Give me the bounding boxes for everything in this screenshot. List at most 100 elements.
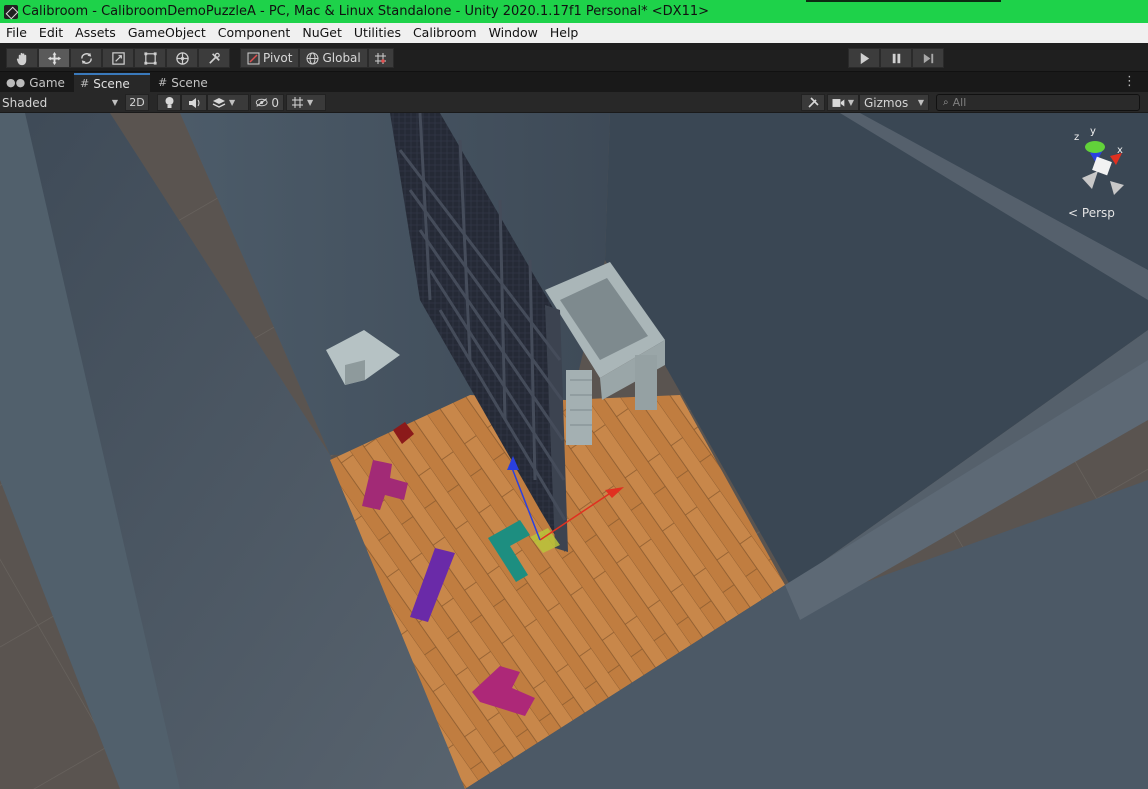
unity-logo-icon [4,4,18,19]
play-icon [860,52,869,64]
grid-icon: # [158,76,168,89]
audio-toggle[interactable] [181,94,207,111]
transform-tool-button[interactable] [166,48,198,68]
menu-calibroom[interactable]: Calibroom [407,23,483,43]
tab-scene-secondary[interactable]: # Scene [152,73,230,92]
search-icon: ⌕ [943,97,949,108]
camera-dropdown[interactable]: ▼ [827,94,859,111]
rotate-icon [80,52,92,64]
rect-transform-icon [143,51,157,65]
global-label: Global [322,51,361,65]
layers-effects-icon [212,97,226,108]
lightbulb-icon [165,97,173,108]
play-button[interactable] [848,48,880,68]
effects-dropdown[interactable]: ▼ [207,94,249,111]
gizmo-y-label: y [1090,126,1096,137]
scene-search-input[interactable]: ⌕ All [936,94,1140,111]
eye-slash-icon [255,98,268,107]
menu-gameobject[interactable]: GameObject [122,23,212,43]
custom-tool-button[interactable] [198,48,230,68]
camera-icon [832,98,845,107]
transform-tools [6,48,230,68]
pivot-icon [247,52,260,64]
grid-snap-icon [375,52,387,64]
step-icon [923,53,933,63]
wrench-icon [208,52,220,64]
scene-viewport[interactable]: z y x < Persp [0,113,1148,789]
pivot-label: Pivot [263,51,293,65]
rotate-tool-button[interactable] [70,48,102,68]
search-placeholder: All [952,96,967,109]
grid-dropdown[interactable]: ▼ [286,94,326,111]
toggle-2d-button[interactable]: 2D [125,94,149,111]
gizmo-x-label: x [1117,145,1123,156]
view-tab-bar: ●● Game # Scene # Scene ⋮ [0,73,1148,92]
scene-toolbar: Shaded ▼ 2D ▼ 0 ▼ ▼ Gizmos ▼ ⌕ All [0,92,1148,113]
toggle-2d-label: 2D [129,96,145,109]
projection-label: Persp [1081,206,1115,220]
menu-assets[interactable]: Assets [69,23,122,43]
menu-help[interactable]: Help [544,23,585,43]
menu-file[interactable]: File [0,23,33,43]
grid-icon: # [80,77,90,90]
scale-tool-button[interactable] [102,48,134,68]
grid-snap-button[interactable] [367,48,394,68]
handle-toggles: Pivot Global [240,48,394,68]
step-button[interactable] [912,48,944,68]
menu-window[interactable]: Window [483,23,544,43]
menu-edit[interactable]: Edit [33,23,69,43]
projection-toggle[interactable]: < Persp [1068,206,1115,220]
tab-scene-secondary-label: Scene [171,75,208,90]
chevron-down-icon: ▼ [917,98,924,107]
gizmo-cone-se [1110,181,1124,195]
hand-icon [16,52,26,65]
main-toolbar: Pivot Global [0,43,1148,72]
menu-component[interactable]: Component [212,23,297,43]
hidden-objects-toggle[interactable]: 0 [250,94,284,111]
tab-scene-active[interactable]: # Scene [74,73,150,92]
pause-button[interactable] [880,48,912,68]
chevron-down-icon: ▼ [111,98,118,107]
tab-game[interactable]: ●● Game [0,73,72,92]
pivot-toggle[interactable]: Pivot [240,48,300,68]
gizmos-label: Gizmos [864,95,909,110]
combined-transform-icon [175,51,189,65]
title-bar: Calibroom - CalibroomDemoPuzzleA - PC, M… [0,0,1148,23]
scene-tools-button[interactable] [801,94,825,111]
hidden-count: 0 [271,95,279,110]
scale-icon [111,51,125,65]
gamepad-icon: ●● [6,76,26,89]
menu-bar: File Edit Assets GameObject Component Nu… [0,23,1148,43]
gizmo-back-cone [1082,171,1098,189]
globe-icon [306,52,319,64]
chevron-left-icon: < [1068,206,1079,220]
gizmo-z-label: z [1074,132,1079,143]
rect-tool-button[interactable] [134,48,166,68]
chevron-down-icon: ▼ [847,98,854,107]
menu-nuget[interactable]: NuGet [296,23,348,43]
lighting-toggle[interactable] [157,94,181,111]
title-bar-accent [806,0,1001,2]
pause-icon [892,53,900,63]
hand-tool-button[interactable] [6,48,38,68]
tab-scene-label: Scene [93,76,130,91]
tab-game-label: Game [29,75,65,90]
chevron-down-icon: ▼ [229,98,236,107]
play-controls [848,48,944,68]
window-title: Calibroom - CalibroomDemoPuzzleA - PC, M… [22,4,710,19]
move-arrows-icon [47,51,61,65]
speaker-icon [188,97,199,108]
tab-menu-kebab-icon[interactable]: ⋮ [1123,74,1136,89]
gizmo-y-cone [1085,141,1105,153]
move-tool-button[interactable] [38,48,70,68]
menu-utilities[interactable]: Utilities [348,23,407,43]
chevron-down-icon: ▼ [307,98,314,107]
shading-mode-dropdown[interactable]: Shaded ▼ [2,94,118,111]
shading-mode-value: Shaded [2,95,48,110]
tools-icon [807,97,819,108]
grid-icon [292,97,303,108]
unity-editor-window: Calibroom - CalibroomDemoPuzzleA - PC, M… [0,0,1148,789]
scene-render [0,113,1148,789]
global-toggle[interactable]: Global [299,48,368,68]
gizmos-dropdown[interactable]: Gizmos ▼ [859,94,929,111]
